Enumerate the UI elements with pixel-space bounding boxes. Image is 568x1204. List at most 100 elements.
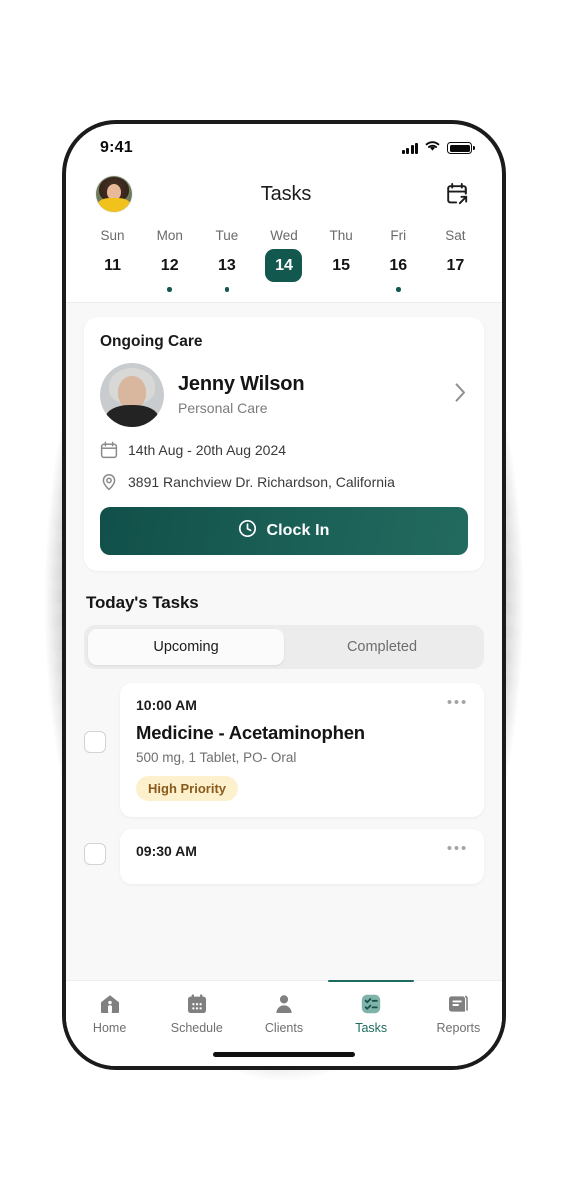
- todays-tasks-title: Today's Tasks: [86, 592, 199, 612]
- day-event-dot: [110, 287, 115, 292]
- client-photo: [100, 362, 164, 427]
- day-number-pill: 15: [323, 249, 360, 282]
- nav-label: Tasks: [355, 1021, 388, 1035]
- page-title: Tasks: [260, 182, 312, 205]
- day-event-dot: [224, 287, 230, 292]
- nav-label: Schedule: [170, 1021, 223, 1035]
- day-name: Thu: [329, 228, 353, 243]
- checklist-icon: [359, 992, 383, 1016]
- day-name: Wed: [270, 228, 298, 243]
- status-bar: 9:41: [66, 124, 502, 168]
- ongoing-care-card[interactable]: Ongoing Care Jenny Wilson Personal Care: [84, 316, 484, 571]
- person-icon: [272, 992, 296, 1016]
- day-number: 15: [332, 256, 351, 274]
- tasks-tab-switcher[interactable]: Upcoming Completed: [84, 624, 484, 669]
- task-card-header: 09:30 AM •••: [136, 841, 470, 859]
- client-body: [106, 404, 158, 427]
- nav-active-indicator: [67, 980, 153, 982]
- day-event-dot: [339, 287, 344, 292]
- day-name: Fri: [390, 228, 407, 243]
- nav-label: Clients: [264, 1021, 304, 1035]
- task-subtitle: 500 mg, 1 Tablet, PO- Oral: [136, 749, 297, 765]
- phone-frame: 9:41 Tasks Sun 11 Mon 12 Tue 13 Wed 14 T…: [62, 120, 506, 1070]
- nav-active-indicator: [154, 980, 240, 982]
- date-range-text: 14th Aug - 20th Aug 2024: [128, 441, 287, 458]
- chevron-right-icon[interactable]: [449, 382, 468, 407]
- date-range-row: 14th Aug - 20th Aug 2024: [100, 441, 468, 459]
- client-summary-row[interactable]: Jenny Wilson Personal Care: [100, 362, 468, 427]
- clock-icon: [238, 519, 257, 543]
- client-face: [118, 375, 146, 409]
- calendar-icon: [100, 441, 118, 459]
- nav-active-indicator: [415, 980, 501, 982]
- more-options-icon[interactable]: •••: [445, 841, 470, 856]
- week-date-strip[interactable]: Sun 11 Mon 12 Tue 13 Wed 14 Thu 15 Fri 1…: [66, 222, 502, 303]
- checkbox-unchecked[interactable]: [84, 842, 106, 865]
- client-name: Jenny Wilson: [178, 373, 305, 395]
- status-bar-icons: [401, 139, 475, 157]
- day-number: 13: [217, 256, 236, 274]
- day-number-pill: 17: [437, 249, 474, 282]
- nav-label: Reports: [436, 1021, 481, 1035]
- day-column-tue[interactable]: Tue 13: [198, 228, 255, 292]
- day-name: Sat: [445, 228, 466, 243]
- day-number-pill: 13: [208, 249, 245, 282]
- day-column-mon[interactable]: Mon 12: [141, 228, 198, 292]
- day-number-pill: 14: [265, 249, 303, 282]
- day-number: 16: [389, 256, 408, 274]
- nav-item-tasks[interactable]: Tasks: [328, 980, 415, 1035]
- nav-label: Home: [92, 1021, 127, 1035]
- day-column-fri[interactable]: Fri 16: [370, 228, 427, 292]
- nav-item-home[interactable]: Home: [66, 992, 153, 1035]
- day-name: Mon: [156, 228, 183, 243]
- day-column-sun[interactable]: Sun 11: [84, 228, 141, 292]
- nav-active-indicator: [328, 980, 415, 982]
- day-number-pill: 16: [380, 249, 417, 282]
- task-row[interactable]: 10:00 AM ••• Medicine - Acetaminophen 50…: [84, 682, 484, 817]
- day-event-dot: [453, 287, 458, 292]
- screenshot-stage: 9:41 Tasks Sun 11 Mon 12 Tue 13 Wed 14 T…: [0, 0, 568, 1204]
- home-icon: [98, 992, 122, 1016]
- tab-completed[interactable]: Completed: [284, 629, 480, 665]
- task-title: Medicine - Acetaminophen: [136, 721, 365, 743]
- nav-item-reports[interactable]: Reports: [415, 992, 502, 1035]
- day-number: 17: [446, 256, 465, 274]
- tab-upcoming[interactable]: Upcoming: [88, 628, 284, 665]
- battery-full-icon: [447, 142, 475, 154]
- location-pin-icon: [100, 473, 118, 491]
- task-card[interactable]: 09:30 AM •••: [120, 828, 484, 884]
- signal-bars-icon: [401, 142, 418, 154]
- phone-screen: 9:41 Tasks Sun 11 Mon 12 Tue 13 Wed 14 T…: [66, 124, 502, 1066]
- checkbox-unchecked[interactable]: [84, 730, 106, 753]
- task-row[interactable]: 09:30 AM •••: [84, 828, 484, 884]
- client-info: Jenny Wilson Personal Care: [178, 373, 435, 416]
- task-time: 10:00 AM: [136, 696, 197, 713]
- day-column-wed-selected[interactable]: Wed 14: [255, 228, 312, 292]
- avatar-shirt: [98, 198, 130, 212]
- day-name: Sun: [100, 228, 125, 243]
- document-icon: [446, 992, 470, 1016]
- nav-item-schedule[interactable]: Schedule: [153, 992, 240, 1035]
- day-column-sat[interactable]: Sat 17: [427, 228, 484, 292]
- main-scroll-area[interactable]: Ongoing Care Jenny Wilson Personal Care: [66, 302, 502, 1066]
- calendar-icon: [185, 992, 209, 1016]
- day-event-dot: [282, 287, 287, 292]
- day-column-thu[interactable]: Thu 15: [313, 228, 370, 292]
- nav-item-clients[interactable]: Clients: [240, 992, 327, 1035]
- home-indicator: [213, 1052, 355, 1057]
- clock-in-label: Clock In: [266, 521, 330, 539]
- user-avatar[interactable]: [96, 176, 132, 212]
- day-number: 14: [275, 256, 293, 274]
- day-event-dot: [396, 287, 401, 292]
- wifi-icon: [424, 139, 441, 157]
- clock-in-button[interactable]: Clock In: [100, 506, 468, 555]
- day-number-pill: 11: [94, 249, 131, 282]
- client-role: Personal Care: [178, 400, 268, 416]
- day-number-pill: 12: [151, 249, 188, 282]
- status-bar-time: 9:41: [100, 139, 133, 156]
- more-options-icon[interactable]: •••: [445, 695, 470, 710]
- calendar-export-icon[interactable]: [440, 177, 474, 211]
- nav-active-indicator: [241, 980, 327, 982]
- task-card[interactable]: 10:00 AM ••• Medicine - Acetaminophen 50…: [120, 682, 484, 817]
- task-card-header: 10:00 AM •••: [136, 695, 470, 713]
